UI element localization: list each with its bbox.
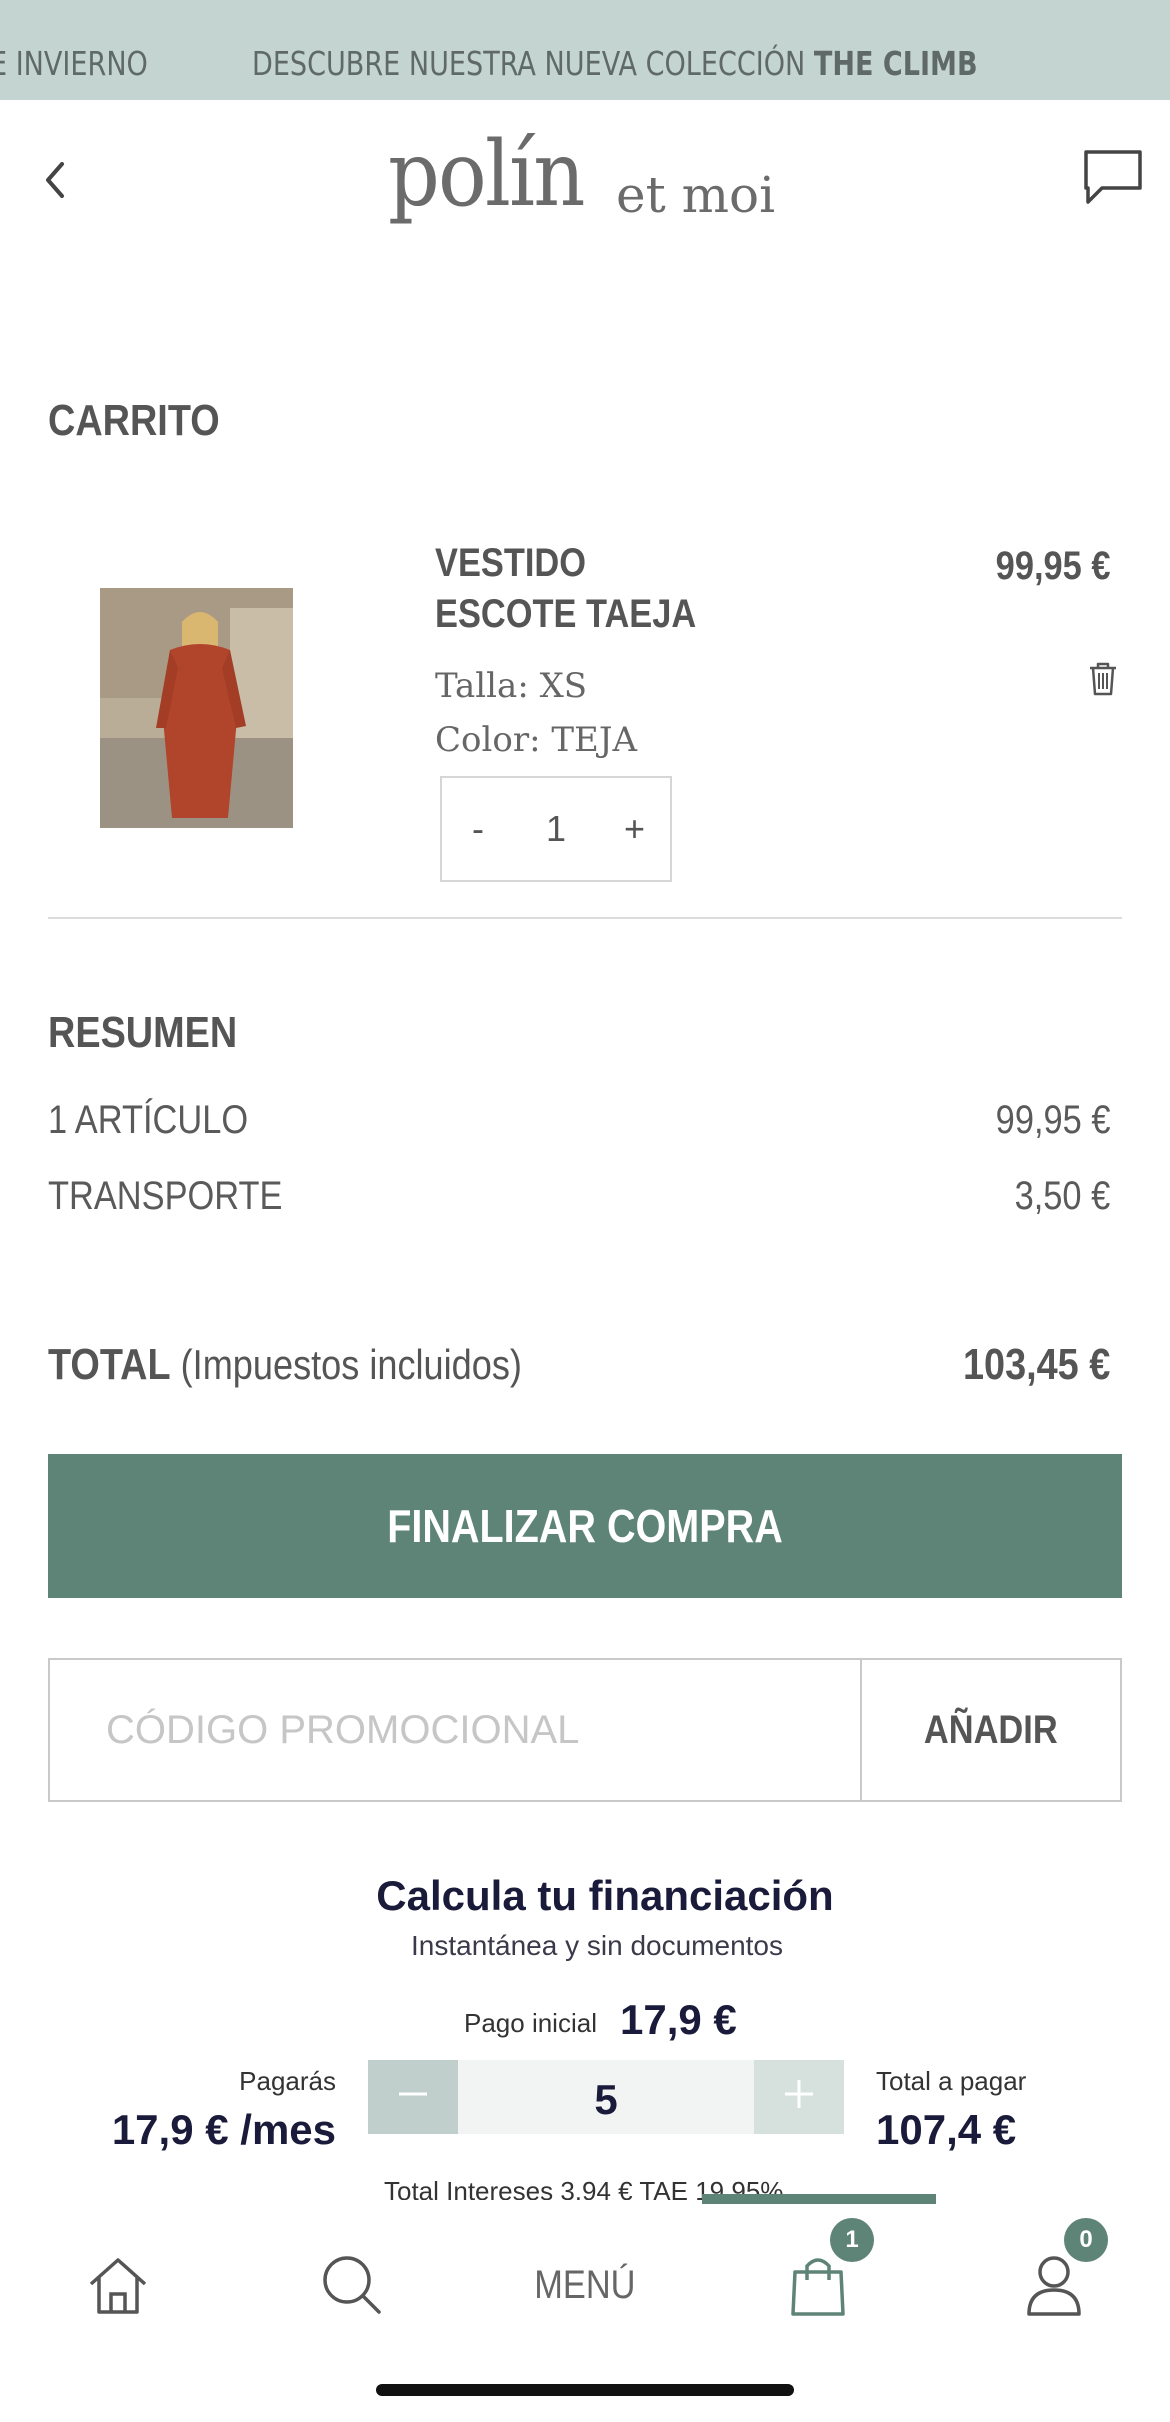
banner-text: DESCUBRE NUESTRA NUEVA COLECCIÓN THE CLI… [252, 44, 978, 83]
remove-item-button[interactable] [1086, 660, 1120, 698]
quantity-stepper: - 1 + [440, 776, 672, 882]
summary-title: RESUMEN [48, 1008, 238, 1057]
installments-decrease-button[interactable] [368, 2060, 458, 2134]
cart-title: CARRITO [48, 396, 220, 445]
banner-message: DESCUBRE NUESTRA NUEVA COLECCIÓN [252, 44, 814, 83]
header: polín et moi [0, 100, 1170, 260]
account-badge: 0 [1064, 2218, 1108, 2262]
monthly-payment-value: 17,9 € /mes [111, 2106, 336, 2153]
shipping-label: TRANSPORTE [48, 1174, 283, 1218]
financing-subtitle: Instantánea y sin documentos [410, 1930, 783, 1961]
items-subtotal: 99,95 € [995, 1098, 1110, 1142]
total-label-text: TOTAL [48, 1340, 171, 1389]
installments-value: 5 [594, 2076, 618, 2123]
total-tax-note: (Impuestos incluidos) [180, 1341, 522, 1388]
promo-code-input[interactable] [50, 1660, 862, 1800]
home-icon [89, 2258, 147, 2314]
promo-add-button[interactable]: AÑADIR [862, 1660, 1120, 1800]
tab-home[interactable] [76, 2240, 160, 2330]
divider [48, 917, 1122, 919]
promo-add-label: AÑADIR [924, 1707, 1058, 1752]
home-indicator[interactable] [376, 2384, 794, 2396]
initial-payment-value: 17,9 € [620, 1996, 737, 2043]
banner-text-fragment: E INVIERNO [0, 44, 148, 83]
total-to-pay-value: 107,4 € [876, 2106, 1017, 2153]
financing-title: Calcula tu financiación [376, 1872, 834, 1919]
plus-icon [785, 2080, 813, 2108]
quantity-decrease-button[interactable]: - [472, 808, 484, 850]
initial-payment-label: Pago inicial [464, 2008, 597, 2038]
checkout-button[interactable]: FINALIZAR COMPRA [48, 1454, 1122, 1598]
banner-highlight: THE CLIMB [813, 44, 978, 83]
back-button[interactable] [40, 150, 80, 210]
logo-main-text: polín [388, 122, 585, 227]
shipping-cost: 3,50 € [1014, 1174, 1110, 1218]
quantity-value: 1 [546, 808, 567, 849]
items-count-label: 1 ARTÍCULO [48, 1098, 249, 1142]
total-to-pay-label: Total a pagar [876, 2066, 1027, 2096]
tab-search[interactable] [310, 2240, 394, 2330]
shopping-bag-icon [791, 2258, 845, 2316]
logo-sub-text: et moi [616, 166, 776, 224]
total-label: TOTAL (Impuestos incluidos) [48, 1340, 522, 1390]
search-icon [323, 2256, 381, 2314]
product-color: Color: TEJA [435, 720, 638, 760]
cart-count-badge: 1 [830, 2218, 874, 2262]
brand-logo[interactable]: polín et moi [388, 122, 775, 227]
installments-increase-button[interactable] [754, 2060, 844, 2134]
chat-button[interactable] [1080, 144, 1146, 210]
product-image[interactable] [100, 588, 293, 828]
chevron-left-icon [46, 162, 64, 198]
product-name[interactable]: VESTIDO ESCOTE TAEJA [435, 538, 727, 640]
menu-label: MENÚ [534, 2262, 636, 2307]
promo-code-form: AÑADIR [48, 1658, 1122, 1802]
total-value: 103,45 € [962, 1340, 1110, 1389]
minus-icon [399, 2092, 427, 2096]
tab-menu[interactable]: MENÚ [510, 2240, 660, 2330]
chat-bubble-icon [1084, 150, 1142, 204]
scroll-indicator [702, 2194, 936, 2204]
product-size: Talla: XS [435, 666, 588, 706]
installments-stepper: 5 [368, 2060, 844, 2134]
quantity-increase-button[interactable]: + [624, 808, 645, 850]
monthly-payment-label: Pagarás [239, 2066, 336, 2096]
product-price: 99,95 € [995, 544, 1110, 588]
promo-banner[interactable]: E INVIERNO DESCUBRE NUESTRA NUEVA COLECC… [0, 0, 1170, 100]
checkout-button-label: FINALIZAR COMPRA [387, 1500, 783, 1552]
trash-icon [1090, 662, 1116, 696]
product-photo [100, 588, 293, 828]
